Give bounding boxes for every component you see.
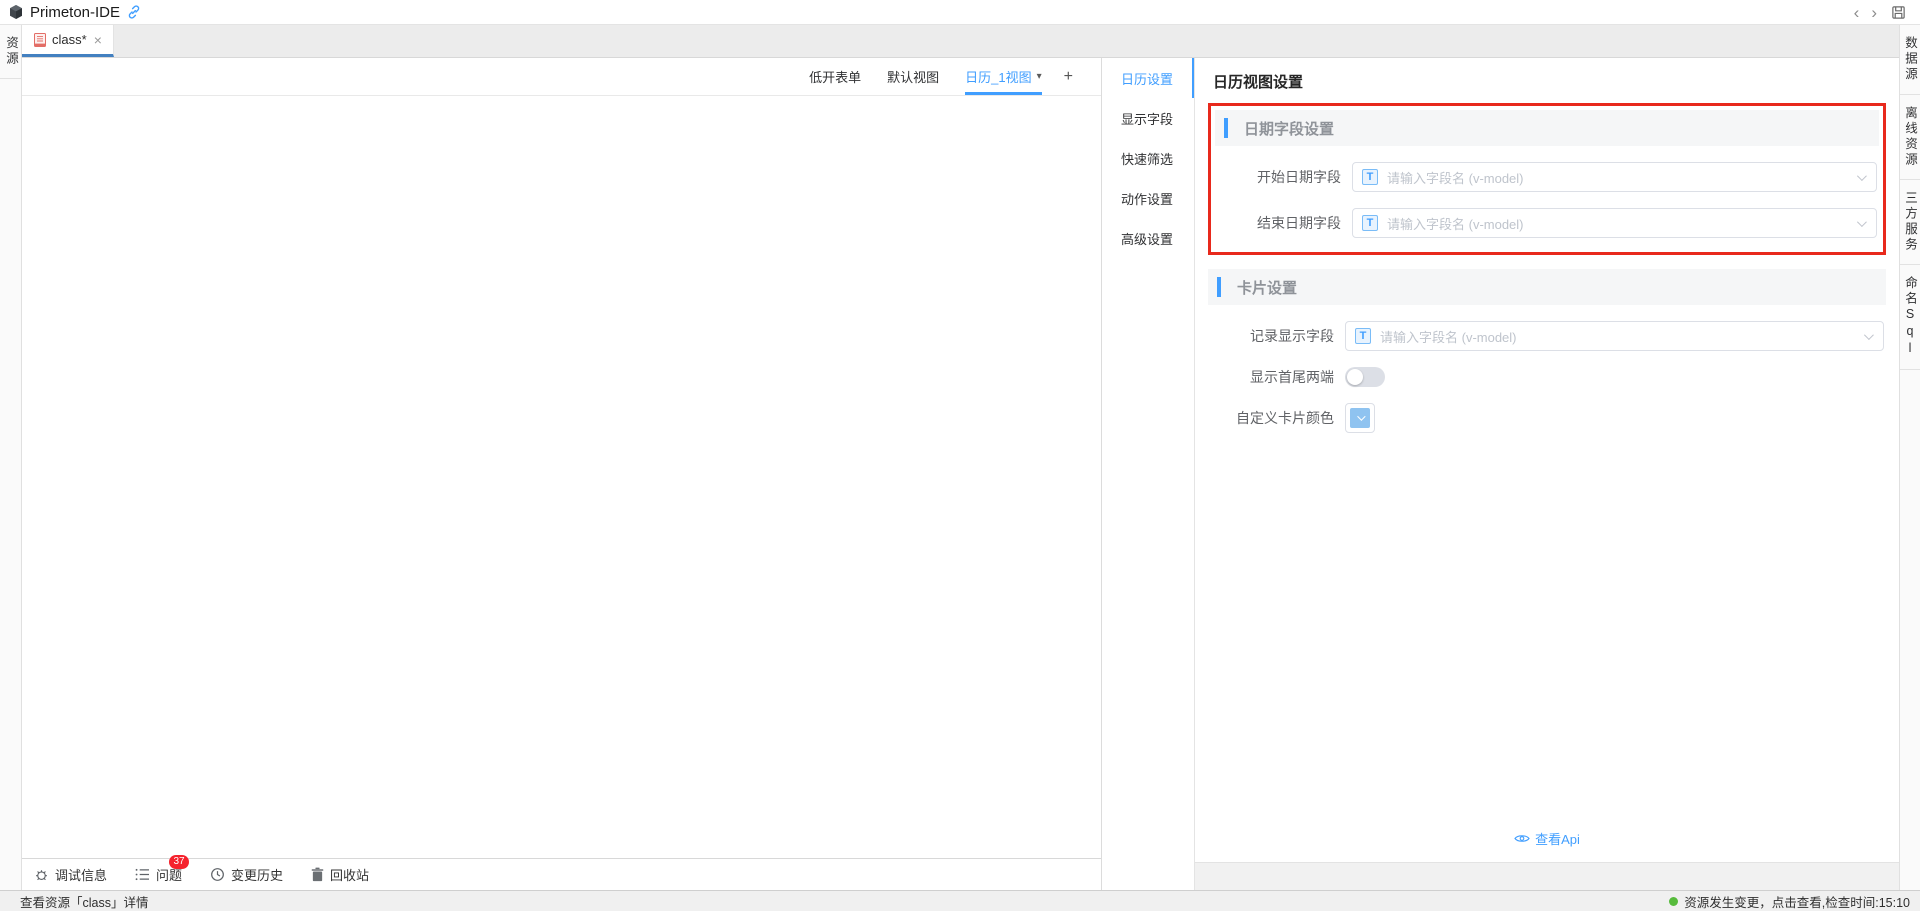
start-date-field-row: 开始日期字段 T 请输入字段名 (v-model) (1215, 162, 1879, 192)
settings-tab-advanced[interactable]: 高级设置 (1102, 218, 1194, 258)
view-api-label: 查看Api (1535, 829, 1580, 848)
panel-spacer (1208, 433, 1886, 829)
toolbar-item-label: 回收站 (330, 865, 369, 884)
sidebar-item-third-party-services[interactable]: 三方服务 (1900, 180, 1920, 265)
main-area: 资源 class* × (0, 25, 1920, 890)
status-right[interactable]: 资源发生变更，点击查看,检查时间:15:10 (1669, 892, 1910, 911)
view-api-link[interactable]: 查看Api (1208, 829, 1886, 848)
debug-info-button[interactable]: 调试信息 (34, 865, 107, 884)
chevron-down-icon (1357, 412, 1365, 420)
select-placeholder: 请输入字段名 (v-model) (1387, 168, 1524, 187)
design-canvas[interactable] (22, 96, 1101, 858)
section-title: 日期字段设置 (1244, 118, 1334, 139)
left-side-strip: 资源 (0, 25, 22, 890)
file-icon (34, 33, 46, 47)
color-swatch (1350, 408, 1370, 428)
forward-icon[interactable]: › (1865, 4, 1883, 21)
view-tab-label: 日历_1视图 (965, 67, 1031, 86)
custom-card-color-row: 自定义卡片颜色 (1208, 403, 1886, 433)
eye-icon (1514, 833, 1530, 844)
document-tab-strip: class* × (22, 25, 1899, 58)
show-both-ends-toggle[interactable] (1345, 367, 1385, 387)
bottom-toolbar: 调试信息 问题 (22, 858, 1101, 890)
record-display-field-select[interactable]: T 请输入字段名 (v-model) (1345, 321, 1884, 351)
chevron-down-icon (1864, 330, 1874, 340)
section-accent-bar (1217, 277, 1221, 297)
panel-footer (1195, 862, 1899, 890)
card-section-header: 卡片设置 (1208, 269, 1886, 305)
app-title: Primeton-IDE (30, 4, 120, 21)
settings-tab-column: 日历设置 显示字段 快速筛选 动作设置 高级设置 (1102, 58, 1194, 890)
view-tab-default-view[interactable]: 默认视图 (887, 58, 939, 95)
status-green-dot (1669, 897, 1678, 906)
view-tab-lowcode-form[interactable]: 低开表单 (809, 58, 861, 95)
list-icon (135, 868, 150, 881)
panel-body: 日期字段设置 开始日期字段 T 请输入字段名 (v-model) (1195, 103, 1899, 862)
field-label: 结束日期字段 (1215, 213, 1341, 233)
status-bar: 查看资源「class」详情 资源发生变更，点击查看,检查时间:15:10 (0, 890, 1920, 911)
chevron-down-icon[interactable]: ▾ (1037, 71, 1042, 82)
date-fields-highlight-box: 日期字段设置 开始日期字段 T 请输入字段名 (v-model) (1208, 103, 1886, 255)
field-type-icon: T (1355, 328, 1371, 344)
change-history-button[interactable]: 变更历史 (210, 865, 283, 884)
view-tab-bar: 低开表单 默认视图 日历_1视图 ▾ + (22, 58, 1101, 96)
start-date-field-select[interactable]: T 请输入字段名 (v-model) (1352, 162, 1877, 192)
end-date-field-select[interactable]: T 请输入字段名 (v-model) (1352, 208, 1877, 238)
link-icon[interactable] (126, 4, 142, 20)
calendar-view-settings-panel: 日历视图设置 日期字段设置 开始日期字段 T (1194, 58, 1899, 890)
content-row: 低开表单 默认视图 日历_1视图 ▾ + (22, 58, 1899, 890)
center-column: class* × 低开表单 默认视图 日历_1视图 ▾ + (22, 25, 1899, 890)
field-type-icon: T (1362, 169, 1378, 185)
problems-button[interactable]: 问题 37 (135, 865, 182, 884)
field-label: 显示首尾两端 (1208, 367, 1334, 387)
problems-count-badge: 37 (169, 855, 189, 869)
field-label: 开始日期字段 (1215, 167, 1341, 187)
status-right-text: 资源发生变更，点击查看,检查时间:15:10 (1684, 892, 1910, 911)
primeton-ide-window: Primeton-IDE ‹ › 资源 (0, 0, 1920, 911)
chevron-down-icon (1857, 171, 1867, 181)
title-bar: Primeton-IDE ‹ › (0, 0, 1920, 25)
right-side-strip: 数据源 离线资源 三方服务 命名Sql (1899, 25, 1920, 890)
card-color-picker[interactable] (1345, 403, 1375, 433)
end-date-field-row: 结束日期字段 T 请输入字段名 (v-model) (1215, 208, 1879, 238)
sidebar-item-resources[interactable]: 资源 (0, 25, 21, 79)
sidebar-item-datasource[interactable]: 数据源 (1900, 25, 1920, 95)
date-fields-section-header: 日期字段设置 (1215, 110, 1879, 146)
clock-icon (210, 867, 225, 882)
canvas-column: 低开表单 默认视图 日历_1视图 ▾ + (22, 58, 1102, 890)
sidebar-item-named-sql[interactable]: 命名Sql (1900, 265, 1920, 370)
panel-title: 日历视图设置 (1195, 58, 1899, 103)
debug-icon (34, 867, 49, 882)
select-placeholder: 请输入字段名 (v-model) (1387, 214, 1524, 233)
toolbar-item-label: 调试信息 (55, 865, 107, 884)
recycle-bin-button[interactable]: 回收站 (311, 865, 369, 884)
settings-tab-display-fields[interactable]: 显示字段 (1102, 98, 1194, 138)
app-logo-icon (8, 4, 24, 20)
toolbar-item-label: 变更历史 (231, 865, 283, 884)
select-placeholder: 请输入字段名 (v-model) (1380, 327, 1517, 346)
status-left-text[interactable]: 查看资源「class」详情 (20, 892, 148, 911)
tab-label: class* (52, 32, 87, 47)
back-icon[interactable]: ‹ (1848, 4, 1866, 21)
show-both-ends-row: 显示首尾两端 (1208, 367, 1886, 387)
settings-tab-actions[interactable]: 动作设置 (1102, 178, 1194, 218)
field-label: 记录显示字段 (1208, 326, 1334, 346)
field-label: 自定义卡片颜色 (1208, 408, 1334, 428)
view-tab-calendar-1[interactable]: 日历_1视图 ▾ (965, 58, 1042, 95)
add-view-button[interactable]: + (1064, 58, 1073, 95)
toggle-knob (1347, 369, 1363, 385)
trash-icon (311, 867, 324, 882)
sidebar-item-offline-resources[interactable]: 离线资源 (1900, 95, 1920, 180)
settings-tab-quick-filter[interactable]: 快速筛选 (1102, 138, 1194, 178)
save-icon[interactable] (1891, 5, 1906, 20)
close-icon[interactable]: × (93, 33, 103, 47)
section-accent-bar (1224, 118, 1228, 138)
settings-tab-calendar[interactable]: 日历设置 (1102, 58, 1194, 98)
record-display-field-row: 记录显示字段 T 请输入字段名 (v-model) (1208, 321, 1886, 351)
chevron-down-icon (1857, 217, 1867, 227)
tab-class[interactable]: class* × (22, 25, 114, 57)
section-title: 卡片设置 (1237, 277, 1297, 298)
field-type-icon: T (1362, 215, 1378, 231)
